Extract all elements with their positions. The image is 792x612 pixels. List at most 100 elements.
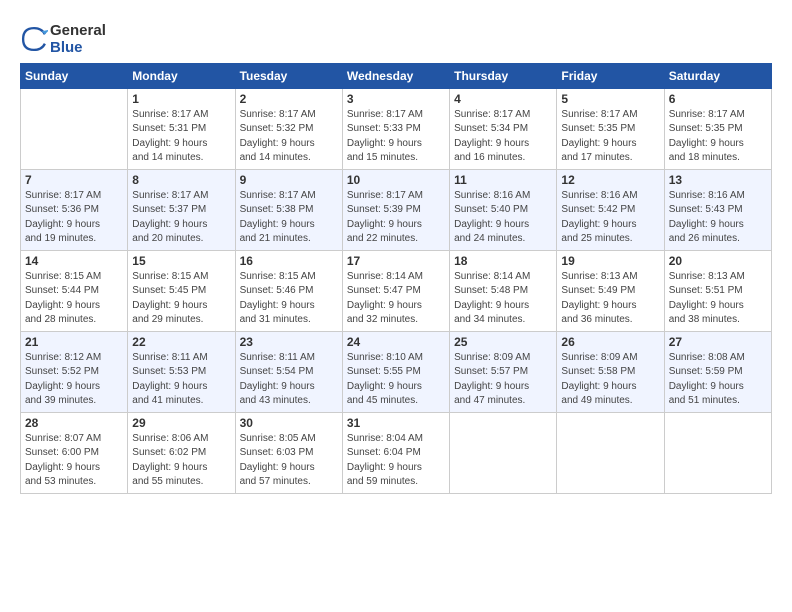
calendar-cell: 17 Sunrise: 8:14 AMSunset: 5:47 PMDayligh… [342,250,449,331]
day-number: 26 [561,335,659,349]
day-number: 14 [25,254,123,268]
calendar-cell: 10 Sunrise: 8:17 AMSunset: 5:39 PMDayligh… [342,169,449,250]
day-number: 3 [347,92,445,106]
calendar-cell: 29 Sunrise: 8:06 AMSunset: 6:02 PMDayligh… [128,412,235,493]
day-info: Sunrise: 8:17 AMSunset: 5:32 PMDaylight:… [240,108,338,166]
calendar-cell [664,412,771,493]
day-number: 24 [347,335,445,349]
calendar-cell: 2 Sunrise: 8:17 AMSunset: 5:32 PMDaylight… [235,88,342,169]
day-info: Sunrise: 8:13 AMSunset: 5:51 PMDaylight:… [669,270,767,328]
day-info: Sunrise: 8:17 AMSunset: 5:38 PMDaylight:… [240,189,338,247]
calendar-header-saturday: Saturday [664,63,771,88]
calendar-cell: 25Sunrise: 8:09 AMSunset: 5:57 PMDayligh… [450,331,557,412]
day-info: Sunrise: 8:14 AMSunset: 5:47 PMDaylight:… [347,270,445,328]
calendar-cell: 8Sunrise: 8:17 AMSunset: 5:37 PMDaylight… [128,169,235,250]
day-info: Sunrise: 8:16 AMSunset: 5:42 PMDaylight:… [561,189,659,247]
calendar-cell: 11Sunrise: 8:16 AMSunset: 5:40 PMDayligh… [450,169,557,250]
calendar-cell [21,88,128,169]
day-info: Sunrise: 8:11 AMSunset: 5:53 PMDaylight:… [132,351,230,409]
day-number: 21 [25,335,123,349]
logo-text: General Blue [50,22,106,57]
day-info: Sunrise: 8:08 AMSunset: 5:59 PMDaylight:… [669,351,767,409]
day-info: Sunrise: 8:15 AMSunset: 5:46 PMDaylight:… [240,270,338,328]
calendar-cell: 7 Sunrise: 8:17 AMSunset: 5:36 PMDaylight… [21,169,128,250]
calendar-header-row: SundayMondayTuesdayWednesdayThursdayFrid… [21,63,772,88]
calendar: SundayMondayTuesdayWednesdayThursdayFrid… [20,63,772,494]
day-number: 16 [240,254,338,268]
header: General Blue [20,18,772,57]
calendar-week-row: 14 Sunrise: 8:15 AMSunset: 5:44 PMDayligh… [21,250,772,331]
calendar-cell: 24 Sunrise: 8:10 AMSunset: 5:55 PMDayligh… [342,331,449,412]
day-number: 2 [240,92,338,106]
day-number: 5 [561,92,659,106]
calendar-cell: 5 Sunrise: 8:17 AMSunset: 5:35 PMDaylight… [557,88,664,169]
day-info: Sunrise: 8:17 AMSunset: 5:34 PMDaylight:… [454,108,552,166]
calendar-cell: 18Sunrise: 8:14 AMSunset: 5:48 PMDayligh… [450,250,557,331]
day-info: Sunrise: 8:07 AMSunset: 6:00 PMDaylight:… [25,432,123,490]
calendar-cell: 31 Sunrise: 8:04 AMSunset: 6:04 PMDayligh… [342,412,449,493]
day-info: Sunrise: 8:10 AMSunset: 5:55 PMDaylight:… [347,351,445,409]
day-info: Sunrise: 8:12 AMSunset: 5:52 PMDaylight:… [25,351,123,409]
day-number: 20 [669,254,767,268]
calendar-cell: 13 Sunrise: 8:16 AMSunset: 5:43 PMDayligh… [664,169,771,250]
day-number: 10 [347,173,445,187]
day-info: Sunrise: 8:17 AMSunset: 5:35 PMDaylight:… [669,108,767,166]
day-info: Sunrise: 8:17 AMSunset: 5:36 PMDaylight:… [25,189,123,247]
calendar-cell: 20 Sunrise: 8:13 AMSunset: 5:51 PMDayligh… [664,250,771,331]
day-info: Sunrise: 8:17 AMSunset: 5:39 PMDaylight:… [347,189,445,247]
calendar-week-row: 7 Sunrise: 8:17 AMSunset: 5:36 PMDaylight… [21,169,772,250]
day-number: 15 [132,254,230,268]
day-number: 13 [669,173,767,187]
calendar-header-friday: Friday [557,63,664,88]
page: General Blue SundayMondayTuesdayWednesda… [0,0,792,504]
day-info: Sunrise: 8:16 AMSunset: 5:43 PMDaylight:… [669,189,767,247]
calendar-cell [450,412,557,493]
calendar-header-sunday: Sunday [21,63,128,88]
calendar-cell: 26 Sunrise: 8:09 AMSunset: 5:58 PMDayligh… [557,331,664,412]
calendar-week-row: 28 Sunrise: 8:07 AMSunset: 6:00 PMDayligh… [21,412,772,493]
day-number: 19 [561,254,659,268]
day-info: Sunrise: 8:06 AMSunset: 6:02 PMDaylight:… [132,432,230,490]
calendar-cell: 27 Sunrise: 8:08 AMSunset: 5:59 PMDayligh… [664,331,771,412]
day-info: Sunrise: 8:09 AMSunset: 5:58 PMDaylight:… [561,351,659,409]
calendar-cell: 21 Sunrise: 8:12 AMSunset: 5:52 PMDayligh… [21,331,128,412]
calendar-header-tuesday: Tuesday [235,63,342,88]
calendar-cell: 15 Sunrise: 8:15 AMSunset: 5:45 PMDayligh… [128,250,235,331]
calendar-cell: 28 Sunrise: 8:07 AMSunset: 6:00 PMDayligh… [21,412,128,493]
day-info: Sunrise: 8:14 AMSunset: 5:48 PMDaylight:… [454,270,552,328]
day-info: Sunrise: 8:17 AMSunset: 5:37 PMDaylight:… [132,189,230,247]
day-number: 17 [347,254,445,268]
calendar-cell: 1Sunrise: 8:17 AMSunset: 5:31 PMDaylight… [128,88,235,169]
day-info: Sunrise: 8:15 AMSunset: 5:45 PMDaylight:… [132,270,230,328]
day-info: Sunrise: 8:05 AMSunset: 6:03 PMDaylight:… [240,432,338,490]
day-info: Sunrise: 8:11 AMSunset: 5:54 PMDaylight:… [240,351,338,409]
day-number: 30 [240,416,338,430]
day-number: 22 [132,335,230,349]
day-number: 29 [132,416,230,430]
calendar-header-wednesday: Wednesday [342,63,449,88]
day-number: 11 [454,173,552,187]
calendar-cell: 3 Sunrise: 8:17 AMSunset: 5:33 PMDaylight… [342,88,449,169]
day-info: Sunrise: 8:15 AMSunset: 5:44 PMDaylight:… [25,270,123,328]
day-info: Sunrise: 8:17 AMSunset: 5:35 PMDaylight:… [561,108,659,166]
calendar-cell: 4Sunrise: 8:17 AMSunset: 5:34 PMDaylight… [450,88,557,169]
day-info: Sunrise: 8:04 AMSunset: 6:04 PMDaylight:… [347,432,445,490]
calendar-header-thursday: Thursday [450,63,557,88]
calendar-cell: 6 Sunrise: 8:17 AMSunset: 5:35 PMDaylight… [664,88,771,169]
calendar-cell: 14 Sunrise: 8:15 AMSunset: 5:44 PMDayligh… [21,250,128,331]
day-number: 6 [669,92,767,106]
day-number: 28 [25,416,123,430]
day-number: 9 [240,173,338,187]
calendar-cell: 22 Sunrise: 8:11 AMSunset: 5:53 PMDayligh… [128,331,235,412]
day-number: 1 [132,92,230,106]
day-number: 27 [669,335,767,349]
logo-icon [20,25,48,53]
calendar-cell: 9 Sunrise: 8:17 AMSunset: 5:38 PMDaylight… [235,169,342,250]
day-info: Sunrise: 8:13 AMSunset: 5:49 PMDaylight:… [561,270,659,328]
day-number: 31 [347,416,445,430]
day-info: Sunrise: 8:17 AMSunset: 5:33 PMDaylight:… [347,108,445,166]
calendar-cell: 23Sunrise: 8:11 AMSunset: 5:54 PMDayligh… [235,331,342,412]
day-number: 12 [561,173,659,187]
day-number: 7 [25,173,123,187]
calendar-cell [557,412,664,493]
